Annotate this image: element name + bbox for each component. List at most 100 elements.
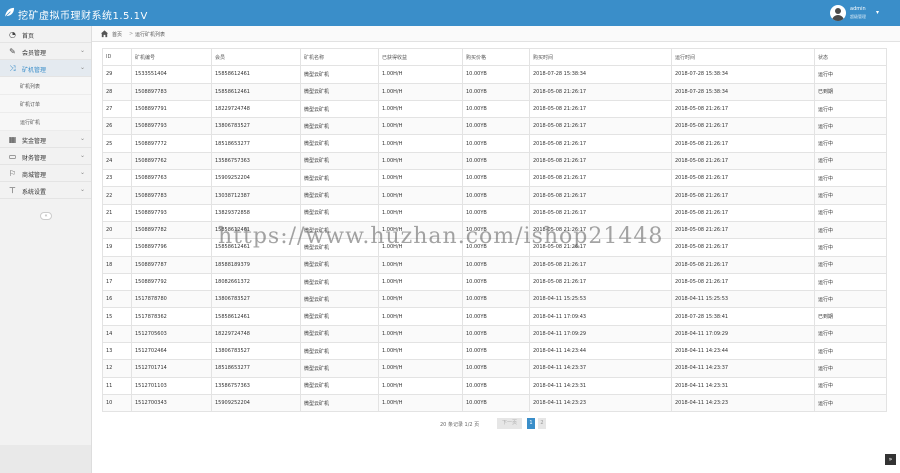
cell-earned: 1.00H/H [378,342,463,361]
cell-member: 18518653277 [211,134,301,153]
cell-member: 15858612461 [211,65,301,84]
table-row[interactable]: 29 1533551404 15858612461 微型云矿机 1.00H/H 10.00… [102,65,887,84]
breadcrumb-home[interactable]: 首页 [112,31,122,38]
cell-miner-name: 微型云矿机 [300,65,379,84]
cell-miner-number: 1508897772 [131,134,212,153]
cell-miner-number: 1508897796 [131,238,212,257]
table-row[interactable]: 23 1508897763 15909252204 微型云矿机 1.00H/H 10.00… [102,169,887,188]
user-menu-caret-icon[interactable]: ▾ [876,9,879,16]
cell-status: 运行中 [814,359,887,378]
cell-price: 10.00YB [462,342,530,361]
cell-member: 15858612461 [211,82,301,101]
table-row[interactable]: 27 1508897791 18229724748 微型云矿机 1.00H/H 10.00… [102,99,887,119]
table-row[interactable]: 25 1508897772 18518653277 微型云矿机 1.00H/H 10.00… [102,134,887,153]
table-row[interactable]: 24 1508897762 13586757363 微型云矿机 1.00H/H 10.00… [102,151,887,171]
watermark-text: https://www.huzhan.com/ishop21448 [218,224,664,249]
sidebar-subitem-miner-orders[interactable]: 矿机订单 [0,95,91,113]
cell-id: 28 [102,82,132,101]
sidebar-subitem-running-miners[interactable]: 运行矿机 [0,113,91,131]
cell-status: 已到期 [814,307,887,326]
cell-earned: 1.00H/H [378,99,463,119]
cell-miner-number: 1512701103 [131,376,212,395]
sidebar-item-settings[interactable]: ⊤ 系统设置 ⌄ [0,182,91,199]
col-header-member[interactable]: 会员 [211,47,301,67]
cell-run-time: 2018-04-11 14:23:37 [671,359,815,378]
sidebar-subitem-miner-list[interactable]: 矿机列表 [0,77,91,95]
sidebar-item-members[interactable]: ✎ 会员管理 ⌄ [0,43,91,60]
user-name[interactable]: admin [850,6,866,12]
table-row[interactable]: 16 1517878780 13806783527 微型云矿机 1.00H/H 10.00… [102,290,887,309]
sidebar-collapse-button[interactable]: « [40,212,52,220]
scroll-to-top-icon[interactable]: » [885,454,896,465]
col-header-miner-number[interactable]: 矿机编号 [131,47,212,67]
cell-miner-name: 微型云矿机 [300,82,379,101]
table-row[interactable]: 26 1508897793 13806783527 微型云矿机 1.00H/H 10.00… [102,117,887,136]
cell-price: 10.00YB [462,82,530,101]
flag-icon: ⚐ [8,169,17,178]
cell-run-time: 2018-04-11 15:25:53 [671,290,815,309]
col-header-miner-name[interactable]: 矿机名称 [300,47,379,67]
table-row[interactable]: 10 1512700343 15909252204 微型云矿机 1.00H/H 10.00… [102,393,887,413]
cell-member: 13586757363 [211,151,301,171]
cell-run-time: 2018-04-11 14:23:44 [671,342,815,361]
table-row[interactable]: 18 1508897787 18588189379 微型云矿机 1.00H/H 10.00… [102,255,887,274]
cell-price: 10.00YB [462,99,530,119]
col-header-purchase-time[interactable]: 购买时间 [529,47,672,67]
table-row[interactable]: 28 1508897783 15858612461 微型云矿机 1.00H/H 10.00… [102,82,887,101]
cell-price: 10.00YB [462,134,530,153]
table-row[interactable]: 21 1508897793 13829372858 微型云矿机 1.00H/H 10.00… [102,203,887,222]
cell-miner-number: 1508897792 [131,272,212,292]
cell-purchase-time: 2018-04-11 14:23:23 [529,393,672,413]
cell-earned: 1.00H/H [378,376,463,395]
cell-run-time: 2018-07-28 15:38:34 [671,65,815,84]
cell-miner-name: 微型云矿机 [300,151,379,171]
cell-purchase-time: 2018-05-08 21:26:17 [529,82,672,101]
table-row[interactable]: 14 1512705603 18229724748 微型云矿机 1.00H/H 10.00… [102,324,887,344]
sidebar-item-finance[interactable]: ▭ 财务管理 ⌄ [0,148,91,165]
cell-status: 运行中 [814,169,887,188]
cell-id: 27 [102,99,132,119]
table-row[interactable]: 22 1508897783 13038712387 微型云矿机 1.00H/H 10.00… [102,186,887,205]
cell-member: 15858612461 [211,307,301,326]
col-header-status[interactable]: 状态 [814,47,887,67]
cell-miner-number: 1512705603 [131,324,212,344]
col-header-id[interactable]: ID [102,47,132,67]
table-row[interactable]: 15 1517878362 15858612461 微型云矿机 1.00H/H 10.00… [102,307,887,326]
pagination-page-1[interactable]: 1 [527,418,535,429]
cell-status: 运行中 [814,203,887,222]
cell-run-time: 2018-05-08 21:26:17 [671,255,815,274]
cell-member: 18588189379 [211,255,301,274]
cell-earned: 1.00H/H [378,186,463,205]
cell-purchase-time: 2018-04-11 14:23:44 [529,342,672,361]
cell-status: 运行中 [814,290,887,309]
sidebar-item-label: 矿机管理 [22,67,47,74]
pagination-next-button[interactable]: 下一页 [497,418,522,429]
table-row[interactable]: 13 1512702464 13806783527 微型云矿机 1.00H/H 10.00… [102,342,887,361]
sidebar-item-miners[interactable]: ⤨ 矿机管理 ⌄ [0,60,91,77]
col-header-earned[interactable]: 已获得收益 [378,47,463,67]
sidebar-item-shop[interactable]: ⚐ 商城管理 ⌄ [0,165,91,182]
sidebar-item-home[interactable]: ◔ 首页 [0,26,91,43]
cell-run-time: 2018-05-08 21:26:17 [671,220,815,240]
cell-run-time: 2018-04-11 14:23:31 [671,376,815,395]
cell-purchase-time: 2018-05-08 21:26:17 [529,169,672,188]
cell-purchase-time: 2018-05-08 21:26:17 [529,186,672,205]
user-avatar[interactable] [830,5,846,21]
col-header-run-time[interactable]: 运行时间 [671,47,815,67]
table-row[interactable]: 11 1512701103 13586757363 微型云矿机 1.00H/H 10.00… [102,376,887,395]
cell-miner-name: 微型云矿机 [300,393,379,413]
cell-purchase-time: 2018-04-11 17:09:29 [529,324,672,344]
chevron-down-icon: ⌄ [79,152,85,159]
cell-miner-name: 微型云矿机 [300,203,379,222]
cell-member: 13038712387 [211,186,301,205]
cell-purchase-time: 2018-07-28 15:38:34 [529,65,672,84]
cell-miner-number: 1512702464 [131,342,212,361]
cell-id: 16 [102,290,132,309]
pagination-page-2[interactable]: 2 [538,418,546,429]
table-row[interactable]: 12 1512701714 18518653277 微型云矿机 1.00H/H 10.00… [102,359,887,378]
cell-miner-name: 微型云矿机 [300,169,379,188]
table-row[interactable]: 17 1508897792 18082661372 微型云矿机 1.00H/H 10.00… [102,272,887,292]
sidebar-item-bonus[interactable]: ▦ 奖金管理 ⌄ [0,131,91,148]
cell-member: 13829372858 [211,203,301,222]
col-header-price[interactable]: 购买价格 [462,47,530,67]
